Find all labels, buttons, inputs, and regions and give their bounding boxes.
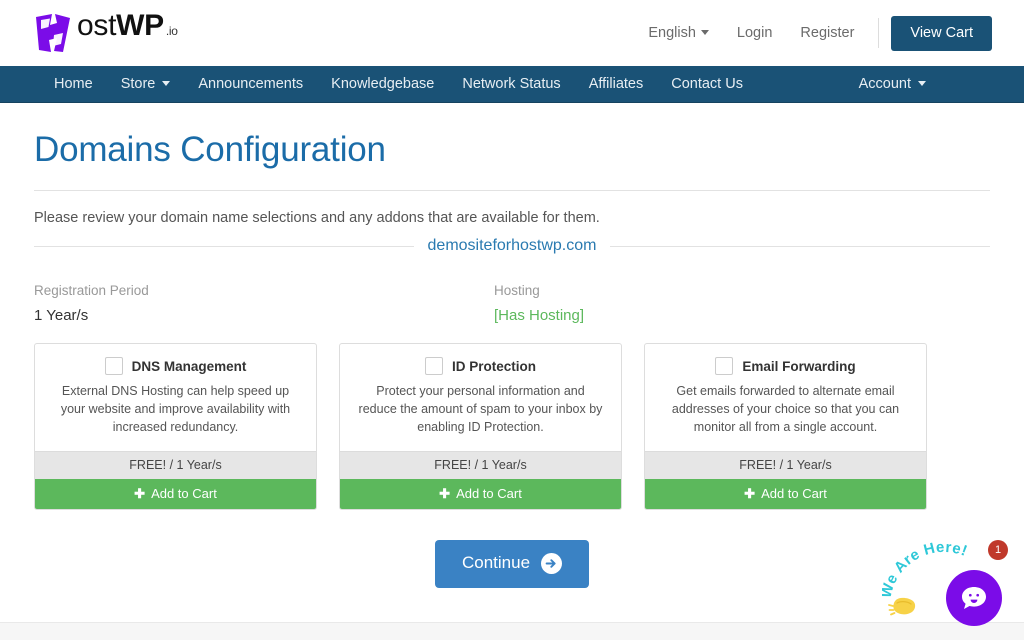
- domain-name-legend: demositeforhostwp.com: [34, 237, 990, 258]
- registration-period-field: Registration Period 1 Year/s: [34, 282, 494, 325]
- addon-card-list: DNS Management External DNS Hosting can …: [34, 343, 990, 510]
- addon-title: ID Protection: [451, 358, 536, 374]
- add-to-cart-button-id-protection[interactable]: ✚ Add to Cart: [340, 478, 621, 509]
- hosting-label: Hosting: [494, 283, 540, 299]
- chat-unread-badge[interactable]: 1: [988, 540, 1008, 560]
- chat-bubble-button[interactable]: [946, 570, 1002, 626]
- chevron-down-icon: [162, 80, 171, 86]
- nav-item-affiliates[interactable]: Affiliates: [575, 66, 658, 102]
- logo-wordmark: ostWP .io: [77, 11, 178, 41]
- addon-card-id-protection: ID Protection Protect your personal info…: [339, 343, 622, 510]
- plus-icon: ✚: [134, 485, 146, 501]
- nav-item-label: Contact Us: [671, 76, 743, 92]
- nav-item-announcements[interactable]: Announcements: [184, 66, 317, 102]
- plus-icon: ✚: [439, 485, 451, 501]
- addon-card-email-forwarding: Email Forwarding Get emails forwarded to…: [644, 343, 927, 510]
- top-utility-bar: ostWP .io English Login Register View Car…: [0, 0, 1024, 66]
- continue-button-row: Continue: [34, 539, 990, 588]
- addon-card-body: ID Protection Protect your personal info…: [340, 344, 621, 450]
- addon-card-header: DNS Management: [47, 357, 304, 376]
- logo-text-light: ost: [77, 9, 117, 42]
- id-protection-checkbox[interactable]: [424, 357, 443, 376]
- add-to-cart-label: Add to Cart: [151, 485, 217, 501]
- plus-icon: ✚: [744, 485, 756, 501]
- addon-card-body: DNS Management External DNS Hosting can …: [35, 344, 316, 450]
- add-to-cart-label: Add to Cart: [761, 485, 827, 501]
- addon-price: FREE! / 1 Year/s: [645, 450, 926, 479]
- addon-title: Email Forwarding: [742, 358, 856, 374]
- nav-item-contact-us[interactable]: Contact Us: [657, 66, 757, 102]
- add-to-cart-button-email-forwarding[interactable]: ✚ Add to Cart: [645, 478, 926, 509]
- register-link[interactable]: Register: [786, 19, 868, 47]
- view-cart-button[interactable]: View Cart: [891, 15, 992, 51]
- addon-description: Protect your personal information and re…: [358, 384, 603, 434]
- logo-text-bold: WP: [116, 9, 164, 42]
- hostwp-logo-mark-icon: [36, 14, 70, 52]
- chevron-down-icon: [700, 29, 709, 35]
- divider: [878, 18, 880, 48]
- nav-item-label: Store: [120, 76, 156, 92]
- nav-item-label: Account: [858, 76, 911, 92]
- hosting-status-badge: [Has Hosting]: [494, 306, 585, 324]
- addon-description: External DNS Hosting can help speed up y…: [60, 384, 291, 434]
- continue-button-label: Continue: [461, 553, 531, 573]
- language-selector[interactable]: English: [634, 19, 723, 47]
- add-to-cart-button-dns-management[interactable]: ✚ Add to Cart: [35, 478, 316, 509]
- nav-item-label: Network Status: [462, 76, 561, 92]
- logo-text-suffix: .io: [165, 24, 178, 38]
- domain-name: demositeforhostwp.com: [413, 237, 611, 255]
- page-content: Domains Configuration Please review your…: [0, 129, 1024, 588]
- title-divider: [34, 190, 990, 191]
- page-description: Please review your domain name selection…: [34, 210, 600, 226]
- addon-description: Get emails forwarded to alternate email …: [671, 384, 900, 434]
- email-forwarding-checkbox[interactable]: [715, 357, 734, 376]
- addon-card-header: ID Protection: [352, 357, 609, 376]
- nav-item-home[interactable]: Home: [40, 66, 107, 102]
- registration-period-value: 1 Year/s: [34, 306, 89, 324]
- nav-item-account[interactable]: Account: [845, 66, 940, 102]
- nav-item-network-status[interactable]: Network Status: [448, 66, 574, 102]
- page-title: Domains Configuration: [34, 130, 386, 169]
- chat-bubble-icon: [962, 587, 986, 609]
- site-logo[interactable]: ostWP .io: [30, 9, 178, 57]
- add-to-cart-label: Add to Cart: [456, 485, 522, 501]
- top-utility-links: English Login Register View Cart: [634, 15, 992, 51]
- addon-card-dns-management: DNS Management External DNS Hosting can …: [34, 343, 317, 510]
- hosting-field: Hosting [Has Hosting]: [494, 282, 954, 325]
- arrow-right-circle-icon: [541, 552, 563, 574]
- nav-right-group: Account: [845, 66, 1000, 102]
- registration-period-label: Registration Period: [34, 283, 149, 299]
- nav-item-label: Announcements: [198, 76, 304, 92]
- footer-strip: [0, 622, 1024, 640]
- main-navigation: Home Store Announcements Knowledgebase N…: [0, 66, 1024, 103]
- login-link[interactable]: Login: [723, 19, 786, 47]
- nav-item-store[interactable]: Store: [107, 66, 185, 102]
- nav-item-knowledgebase[interactable]: Knowledgebase: [317, 66, 448, 102]
- nav-item-label: Knowledgebase: [331, 76, 435, 92]
- dns-management-checkbox[interactable]: [104, 357, 123, 376]
- addon-title: DNS Management: [131, 358, 247, 374]
- domain-info-row: Registration Period 1 Year/s Hosting [Ha…: [34, 282, 990, 325]
- addon-price: FREE! / 1 Year/s: [35, 450, 316, 479]
- nav-item-label: Home: [54, 76, 93, 92]
- nav-item-label: Affiliates: [588, 76, 644, 92]
- chevron-down-icon: [918, 80, 926, 86]
- addon-price: FREE! / 1 Year/s: [340, 450, 621, 479]
- continue-button[interactable]: Continue: [434, 539, 590, 588]
- addon-card-header: Email Forwarding: [657, 357, 914, 376]
- addon-card-body: Email Forwarding Get emails forwarded to…: [645, 344, 926, 450]
- language-selector-label: English: [648, 25, 696, 41]
- waving-hand-icon: [888, 597, 916, 616]
